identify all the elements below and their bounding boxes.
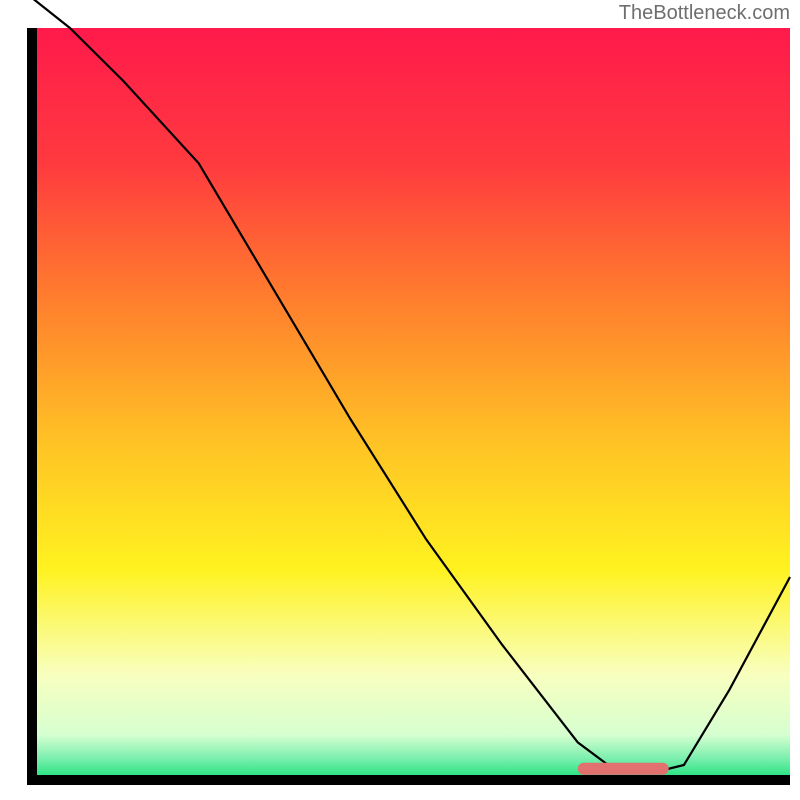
bottleneck-chart [0,0,800,800]
chart-container: TheBottleneck.com [0,0,800,800]
optimum-indicator [578,763,669,775]
plot-background [32,28,790,780]
